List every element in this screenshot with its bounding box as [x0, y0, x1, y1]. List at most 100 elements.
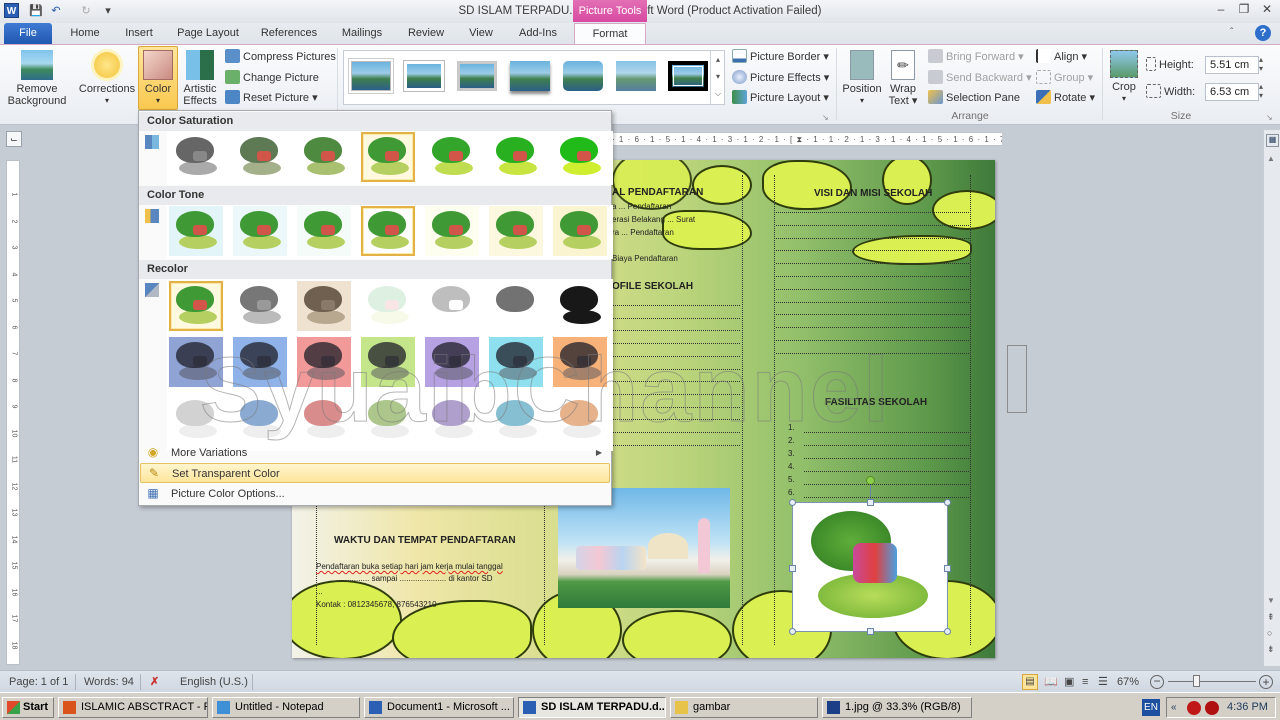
print-layout-icon[interactable]: ▤	[1022, 674, 1038, 690]
waktu-line[interactable]: Kontak : 0812345678, 876543210	[316, 600, 437, 609]
recolor-dark-option[interactable]	[361, 337, 415, 387]
scroll-up-arrow[interactable]: ▲	[1267, 154, 1275, 163]
doc-line[interactable]: erasi Belakang ... Surat	[612, 215, 695, 224]
taskbar-task[interactable]: 1.jpg @ 33.3% (RGB/8)	[822, 697, 972, 718]
recolor-option[interactable]	[553, 281, 607, 331]
picture-style-1[interactable]	[351, 61, 391, 91]
vertical-scrollbar[interactable]: ▦ ▲ ▼ ⇞ ○ ⇟	[1263, 130, 1280, 666]
fasilitas-item[interactable]: 6.	[788, 488, 795, 497]
width-spinner[interactable]: ▴ ▾	[1259, 82, 1263, 100]
mosque-picture[interactable]	[558, 488, 730, 608]
zoom-in-button[interactable]: +	[1259, 675, 1273, 689]
zoom-level[interactable]: 67%	[1117, 675, 1139, 689]
color-saturation-option[interactable]	[297, 132, 351, 182]
recolor-dark-option[interactable]	[297, 337, 351, 387]
fasilitas-item[interactable]: 1.	[788, 423, 795, 432]
start-button[interactable]: Start	[2, 697, 54, 718]
full-screen-reading-icon[interactable]: 📖	[1044, 675, 1058, 689]
color-tone-option[interactable]	[233, 206, 287, 256]
select-browse-object-icon[interactable]: ○	[1267, 628, 1272, 638]
tab-mailings[interactable]: Mailings	[334, 23, 390, 44]
minimize-ribbon-icon[interactable]: ˆ	[1230, 27, 1233, 38]
rotate-button[interactable]: Rotate ▾	[1036, 88, 1095, 108]
record-icon[interactable]	[1187, 701, 1201, 715]
selected-family-picture[interactable]	[789, 476, 951, 635]
language-indicator[interactable]: EN	[1142, 699, 1160, 716]
color-tone-option[interactable]	[489, 206, 543, 256]
scroll-down-arrow[interactable]: ▼	[1267, 596, 1275, 605]
taskbar-task[interactable]: ISLAMIC ABSCTRACT - P...	[58, 697, 208, 718]
color-tone-option[interactable]	[297, 206, 351, 256]
color-saturation-option[interactable]	[553, 132, 607, 182]
recolor-light-option[interactable]	[553, 395, 607, 445]
tab-page-layout[interactable]: Page Layout	[172, 23, 244, 44]
next-page-icon[interactable]: ⇟	[1267, 644, 1275, 655]
word-count[interactable]: Words: 94	[84, 675, 134, 689]
waktu-line[interactable]: Pendaftaran buka setiap hari jam kerja m…	[316, 562, 503, 571]
change-picture-button[interactable]: Change Picture	[225, 68, 319, 88]
view-ruler-icon[interactable]: ▦	[1266, 134, 1279, 147]
recolor-option[interactable]	[233, 281, 287, 331]
fasilitas-item[interactable]: 5.	[788, 475, 795, 484]
fasilitas-item[interactable]: 4.	[788, 462, 795, 471]
recolor-option[interactable]	[297, 281, 351, 331]
doc-line[interactable]: a ... Pendaftaran	[612, 202, 671, 211]
group-button[interactable]: Group ▾	[1036, 68, 1093, 88]
web-layout-icon[interactable]: ▣	[1064, 675, 1074, 689]
resize-handle[interactable]	[944, 565, 951, 572]
set-transparent-color-item[interactable]: ✎ Set Transparent Color	[140, 463, 610, 483]
color-tone-option[interactable]	[553, 206, 607, 256]
color-tone-option[interactable]	[169, 206, 223, 256]
help-icon[interactable]: ?	[1255, 25, 1271, 41]
height-spinner[interactable]: ▴ ▾	[1259, 55, 1263, 73]
recolor-light-option[interactable]	[361, 395, 415, 445]
waktu-line[interactable]: ...	[316, 587, 323, 596]
picture-style-4[interactable]	[510, 61, 550, 91]
recolor-option[interactable]	[169, 281, 223, 331]
recolor-light-option[interactable]	[425, 395, 479, 445]
picture-style-3[interactable]	[457, 61, 497, 91]
size-dialog-launcher[interactable]: ↘	[1266, 113, 1273, 122]
clock[interactable]: 4:36 PM	[1227, 698, 1268, 717]
page-count[interactable]: Page: 1 of 1	[9, 675, 68, 689]
resize-handle[interactable]	[867, 628, 874, 635]
color-saturation-option[interactable]	[425, 132, 479, 182]
fasilitas-item[interactable]: 2.	[788, 436, 795, 445]
draft-icon[interactable]: ☰	[1098, 675, 1108, 689]
tab-review[interactable]: Review	[400, 23, 452, 44]
recolor-option[interactable]	[425, 281, 479, 331]
artistic-effects-button[interactable]: Artistic Effects ▾	[180, 47, 220, 119]
tab-view[interactable]: View	[460, 23, 502, 44]
position-button[interactable]: Position ▾	[840, 47, 884, 111]
recolor-dark-option[interactable]	[233, 337, 287, 387]
minimize-button[interactable]: –	[1210, 2, 1232, 18]
tab-home[interactable]: Home	[62, 23, 108, 44]
gallery-scroll[interactable]: ▴ ▾ ⌵	[710, 51, 725, 104]
picture-style-6[interactable]	[616, 61, 656, 91]
taskbar-task[interactable]: Document1 - Microsoft ...	[364, 697, 514, 718]
crop-button[interactable]: Crop ▾	[1106, 47, 1142, 111]
tab-file[interactable]: File	[4, 23, 52, 44]
recolor-dark-option[interactable]	[553, 337, 607, 387]
wrap-text-button[interactable]: ✏ Wrap Text ▾	[886, 47, 920, 111]
recolor-dark-option[interactable]	[489, 337, 543, 387]
resize-handle[interactable]	[867, 499, 874, 506]
tab-format[interactable]: Format	[574, 23, 646, 44]
tab-selector[interactable]: ⌙	[6, 131, 22, 147]
send-backward-button[interactable]: Send Backward ▾	[928, 68, 1032, 88]
resize-handle[interactable]	[789, 499, 796, 506]
recolor-option[interactable]	[489, 281, 543, 331]
color-saturation-option[interactable]	[169, 132, 223, 182]
align-button[interactable]: Align ▾	[1036, 47, 1087, 67]
horizontal-ruler[interactable]: · 1 · 6 · 1 · 5 · 1 · 4 · 1 · 3 · 1 · 2 …	[612, 132, 1002, 146]
selection-pane-button[interactable]: Selection Pane	[928, 88, 1020, 108]
proofing-icon[interactable]: ✗	[150, 675, 159, 689]
vertical-ruler[interactable]: 1 2 3 4 5 6 7 8 9 10 11 12 13 14 15 16 17 18	[6, 160, 20, 665]
waktu-heading[interactable]: WAKTU DAN TEMPAT PENDAFTARAN	[334, 535, 516, 546]
resize-handle[interactable]	[789, 628, 796, 635]
fasilitas-heading[interactable]: FASILITAS SEKOLAH	[825, 397, 927, 408]
zoom-slider-thumb[interactable]	[1192, 675, 1200, 687]
profile-heading[interactable]: OFILE SEKOLAH	[612, 281, 693, 292]
picture-style-5[interactable]	[563, 61, 603, 91]
reset-picture-button[interactable]: Reset Picture ▾	[225, 88, 318, 108]
